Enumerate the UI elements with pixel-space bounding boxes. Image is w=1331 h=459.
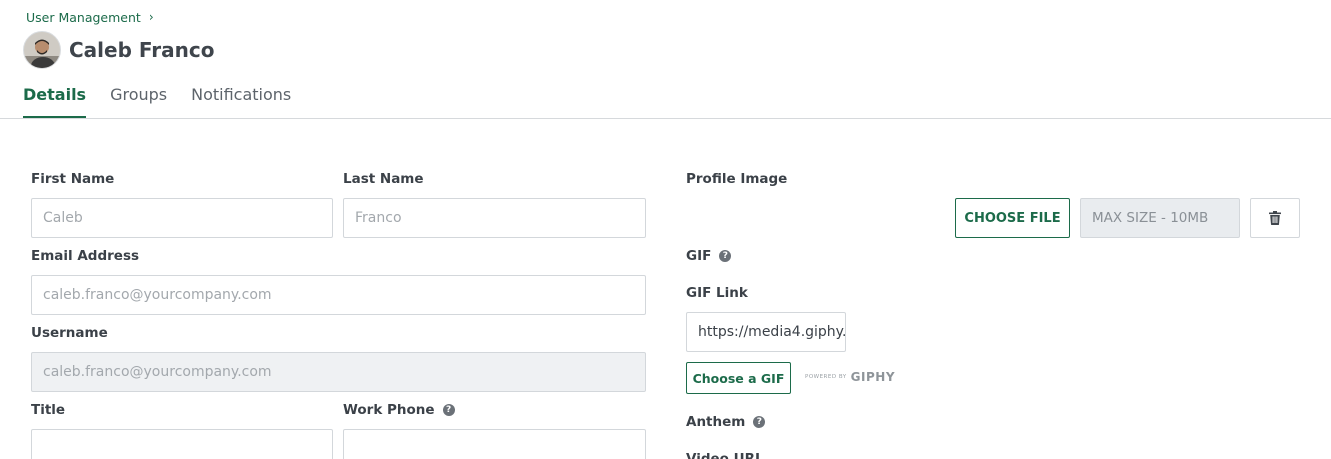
last-name-field[interactable]: Franco <box>343 198 646 238</box>
work-phone-label: Work Phone ? <box>343 402 455 418</box>
first-name-field[interactable]: Caleb <box>31 198 333 238</box>
giphy-attribution: POWERED BY GIPHY <box>805 370 895 384</box>
chevron-right-icon: › <box>148 10 154 24</box>
gif-link-field[interactable]: https://media4.giphy.com <box>686 312 846 352</box>
giphy-logo-icon: GIPHY <box>850 370 896 384</box>
help-icon[interactable]: ? <box>753 416 766 428</box>
email-label: Email Address <box>31 248 140 264</box>
tab-bar: Details Groups Notifications <box>23 80 315 119</box>
page-header: Caleb Franco <box>23 31 215 69</box>
powered-by-text: POWERED BY <box>805 374 847 380</box>
avatar <box>23 31 61 69</box>
breadcrumb-link-user-management[interactable]: User Management <box>26 10 141 25</box>
help-icon[interactable]: ? <box>719 250 732 262</box>
gif-link-label: GIF Link <box>686 285 748 301</box>
gif-label-text: GIF <box>686 248 712 264</box>
username-field: caleb.franco@yourcompany.com <box>31 352 646 392</box>
choose-gif-button[interactable]: Choose a GIF <box>686 362 791 394</box>
breadcrumb: User Management › <box>26 9 154 25</box>
username-label: Username <box>31 325 108 341</box>
tab-details[interactable]: Details <box>23 80 87 119</box>
tab-notifications[interactable]: Notifications <box>191 80 291 119</box>
email-field[interactable]: caleb.franco@yourcompany.com <box>31 275 646 315</box>
user-avatar-icon <box>24 32 60 68</box>
email-value: caleb.franco@yourcompany.com <box>43 287 272 303</box>
tab-groups[interactable]: Groups <box>110 80 167 119</box>
gif-link-value: https://media4.giphy.com <box>698 324 846 340</box>
max-size-indicator: MAX SIZE - 10MB <box>1080 198 1240 238</box>
first-name-label: First Name <box>31 171 115 187</box>
help-icon[interactable]: ? <box>442 404 455 416</box>
profile-image-label: Profile Image <box>686 171 788 187</box>
title-label: Title <box>31 402 66 418</box>
work-phone-field[interactable] <box>343 429 646 459</box>
title-field[interactable] <box>31 429 333 459</box>
anthem-label-text: Anthem <box>686 414 746 430</box>
trash-icon <box>1269 211 1281 225</box>
last-name-label: Last Name <box>343 171 424 187</box>
delete-image-button[interactable] <box>1250 198 1300 238</box>
first-name-value: Caleb <box>43 210 83 226</box>
username-value: caleb.franco@yourcompany.com <box>43 364 272 380</box>
anthem-label: Anthem ? <box>686 414 766 430</box>
last-name-value: Franco <box>355 210 402 226</box>
video-url-label: Video URL <box>686 451 764 459</box>
page-title: Caleb Franco <box>69 38 215 62</box>
choose-file-button[interactable]: CHOOSE FILE <box>955 198 1070 238</box>
tab-divider <box>0 118 1331 119</box>
gif-label: GIF ? <box>686 248 732 264</box>
work-phone-label-text: Work Phone <box>343 402 435 418</box>
